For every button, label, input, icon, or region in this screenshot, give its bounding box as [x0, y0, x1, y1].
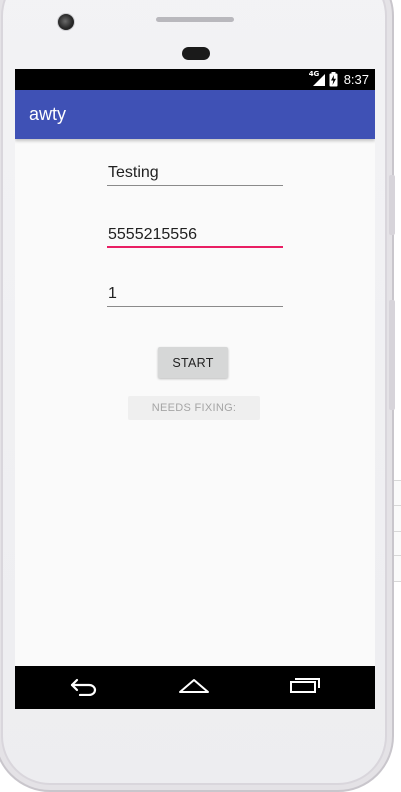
power-button: [389, 300, 395, 410]
phone-number-input[interactable]: [108, 226, 278, 244]
app-title: awty: [29, 104, 67, 124]
speaker-grille: [156, 17, 234, 22]
device-frame: 4G 8:37 awty STA: [0, 0, 401, 792]
navigation-bar: [15, 666, 375, 709]
battery-charging-icon: [329, 72, 338, 87]
back-button[interactable]: [65, 674, 105, 702]
message-field[interactable]: [107, 155, 283, 186]
network-4g-icon: 4G: [308, 69, 326, 87]
home-button[interactable]: [174, 674, 214, 702]
message-input[interactable]: [108, 164, 278, 182]
status-bar: 4G 8:37: [15, 69, 375, 90]
edge-artifact: [394, 480, 401, 582]
needs-fixing-button: NEEDS FIXING:: [128, 396, 260, 420]
home-icon: [176, 676, 212, 701]
start-button[interactable]: START: [158, 347, 228, 378]
status-icons: 4G 8:37: [308, 69, 369, 88]
earpiece: [182, 47, 210, 60]
interval-input[interactable]: [108, 285, 278, 303]
volume-button: [389, 175, 395, 235]
phone-number-field[interactable]: [107, 216, 283, 248]
device-screen: 4G 8:37 awty STA: [15, 69, 375, 709]
back-arrow-icon: [69, 676, 101, 701]
recents-button[interactable]: [285, 674, 325, 702]
interval-field[interactable]: [107, 276, 283, 307]
app-toolbar: awty: [15, 90, 375, 139]
clock-time: 8:37: [343, 72, 369, 87]
network-type-label: 4G: [308, 69, 320, 78]
front-camera: [57, 13, 75, 31]
recents-icon: [288, 676, 322, 701]
